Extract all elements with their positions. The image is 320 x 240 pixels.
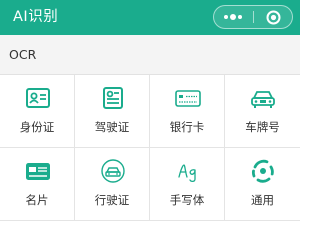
navigation-bar: AI识别	[0, 0, 300, 35]
vehicle-license-icon	[101, 159, 125, 183]
business-card-icon	[26, 163, 50, 180]
grid-item-license-plate[interactable]: 车牌号	[225, 75, 300, 148]
driver-license-icon	[103, 87, 123, 109]
grid-item-label: 驾驶证	[94, 120, 130, 134]
more-dots-icon	[224, 14, 242, 20]
record-close-icon	[266, 10, 281, 25]
handwriting-icon	[178, 164, 196, 183]
grid-item-label: 身份证	[19, 120, 55, 134]
section-header: OCR	[0, 35, 300, 75]
section-title: OCR	[9, 47, 37, 62]
grid-item-bank-card[interactable]: 银行卡	[150, 75, 225, 148]
grid-item-label: 银行卡	[169, 120, 205, 134]
bank-card-icon	[175, 90, 201, 107]
grid-item-general[interactable]: 通用	[225, 148, 300, 221]
grid-item-id-card[interactable]: 身份证	[0, 75, 75, 148]
grid-item-label: 名片	[25, 193, 49, 207]
grid-item-driver-license[interactable]: 驾驶证	[75, 75, 150, 148]
menu-capsule	[213, 5, 293, 29]
grid-item-label: 通用	[251, 193, 274, 207]
grid-item-handwriting[interactable]: 手写体	[150, 148, 225, 221]
grid-item-label: 手写体	[169, 193, 205, 207]
general-ocr-icon	[251, 159, 274, 183]
close-button[interactable]	[254, 6, 292, 28]
grid-item-label: 车牌号	[245, 120, 280, 134]
more-button[interactable]	[214, 6, 253, 28]
grid-item-business-card[interactable]: 名片	[0, 148, 75, 221]
grid-item-label: 行驶证	[94, 193, 130, 207]
id-card-icon	[26, 88, 50, 108]
license-plate-icon	[251, 91, 275, 108]
grid-item-vehicle-license[interactable]: 行驶证	[75, 148, 150, 221]
app-title: AI识别	[13, 9, 59, 25]
ocr-grid: 身份证 驾驶证 银行卡 车牌号 名片 行驶证 手写体 通用	[0, 75, 300, 221]
